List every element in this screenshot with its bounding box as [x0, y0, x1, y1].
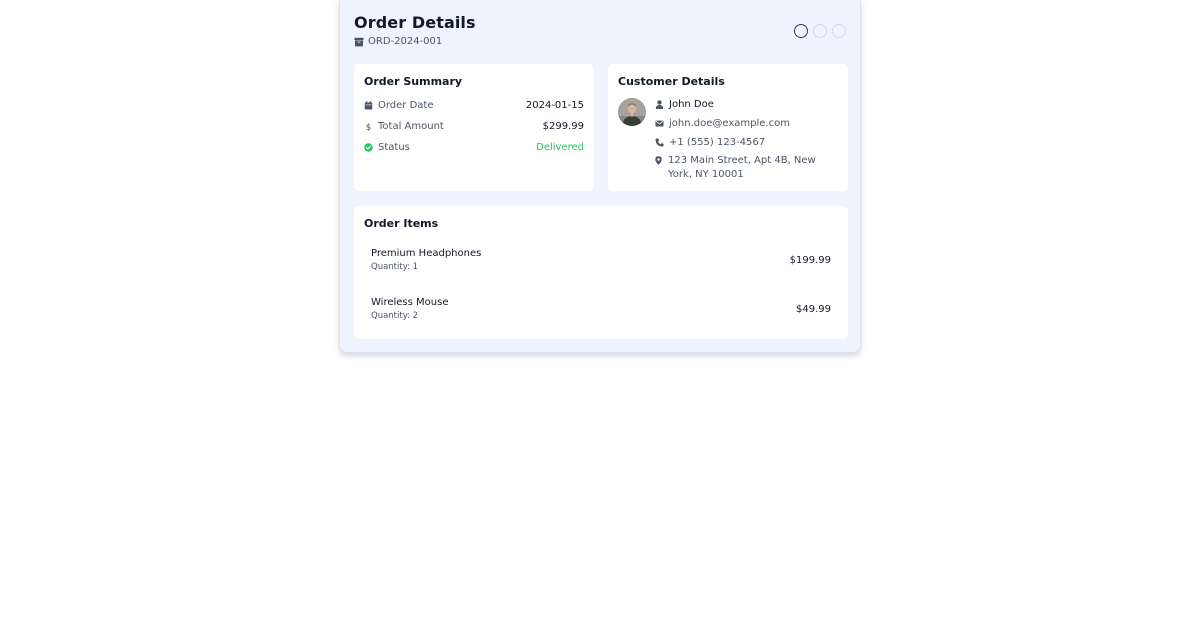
list-item[interactable]: Premium Headphones Quantity: 1 $199.99 — [371, 248, 831, 272]
list-item[interactable]: Wireless Mouse Quantity: 2 $49.99 — [371, 297, 831, 321]
order-date-value: 2024-01-15 — [525, 99, 584, 111]
order-items-title: Order Items — [364, 217, 439, 230]
user-icon — [655, 100, 664, 109]
customer-address-row: 123 Main Street, Apt 4B, New York, NY 10… — [654, 154, 838, 182]
order-id-text: ORD-2024-001 — [368, 36, 443, 47]
item-quantity: Quantity: 2 — [371, 311, 419, 321]
box-icon — [354, 37, 364, 46]
customer-email[interactable]: john.doe@example.com — [669, 117, 790, 131]
order-id: ORD-2024-001 — [354, 36, 442, 47]
svg-text:$: $ — [366, 123, 372, 131]
check-circle-icon — [364, 142, 373, 152]
page-title: Order Details — [354, 13, 476, 32]
status-row: Status Delivered — [364, 140, 584, 154]
order-summary-title: Order Summary — [364, 75, 463, 88]
customer-address: 123 Main Street, Apt 4B, New York, NY 10… — [668, 155, 816, 180]
total-amount-label: Total Amount — [378, 120, 444, 132]
item-price: $49.99 — [796, 303, 831, 315]
phone-icon — [655, 138, 664, 147]
dollar-icon: $ — [366, 123, 372, 131]
item-quantity: Quantity: 1 — [371, 262, 419, 272]
map-pin-icon — [655, 156, 662, 165]
item-name: Wireless Mouse — [371, 297, 449, 308]
customer-name-row: John Doe — [655, 98, 838, 112]
customer-email-row: john.doe@example.com — [655, 117, 838, 131]
status-label: Status — [378, 141, 410, 153]
step-indicator — [794, 24, 846, 38]
total-amount-value: $299.99 — [542, 120, 584, 132]
item-name: Premium Headphones — [371, 248, 482, 259]
order-date-row: Order Date 2024-01-15 — [364, 98, 584, 112]
customer-phone[interactable]: +1 (555) 123-4567 — [669, 136, 765, 150]
customer-phone-row: +1 (555) 123-4567 — [655, 136, 838, 150]
step-dot-3[interactable] — [832, 24, 846, 38]
step-dot-1[interactable] — [794, 24, 808, 38]
avatar-photo — [618, 98, 646, 126]
customer-details-title: Customer Details — [618, 75, 725, 88]
customer-name: John Doe — [669, 99, 714, 110]
order-summary-panel: Order Summary Order Date 2024-01-15 $ To… — [354, 64, 594, 191]
mail-icon — [655, 120, 664, 127]
total-amount-row: $ Total Amount $299.99 — [364, 119, 584, 133]
order-items-panel: Order Items Premium Headphones Quantity:… — [354, 206, 848, 339]
calendar-icon — [364, 100, 373, 110]
step-dot-2[interactable] — [813, 24, 827, 38]
item-price: $199.99 — [789, 254, 831, 266]
status-badge: Delivered — [536, 141, 584, 153]
avatar — [618, 98, 646, 126]
order-date-label: Order Date — [378, 99, 434, 111]
customer-details-panel: Customer Details John Doe john.doe@examp… — [608, 64, 848, 191]
order-details-card: Order Details ORD-2024-001 Order Summary… — [339, 0, 861, 353]
